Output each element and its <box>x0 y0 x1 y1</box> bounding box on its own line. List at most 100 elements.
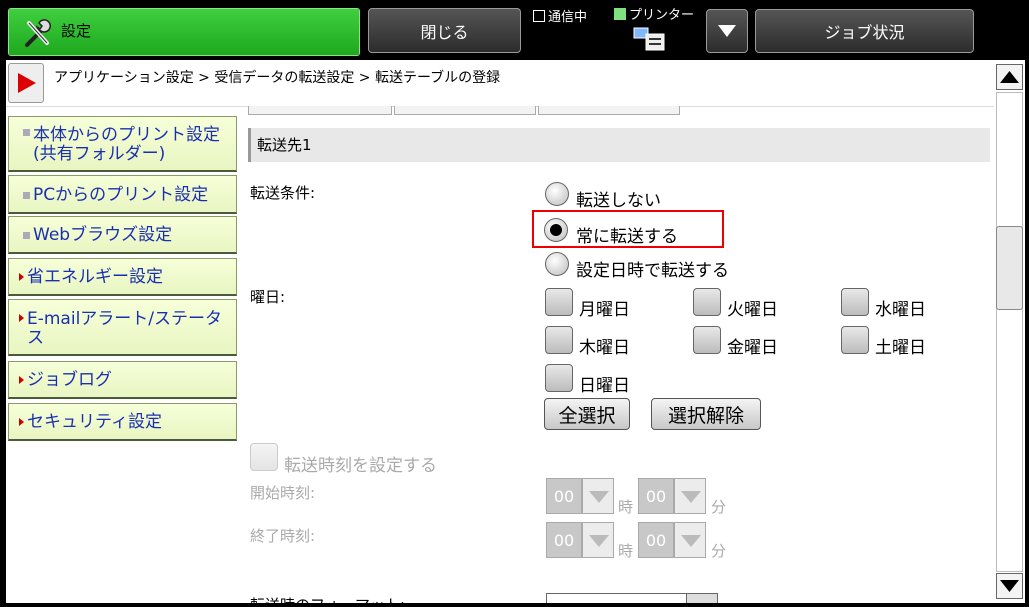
play-arrow-icon <box>18 73 36 93</box>
sidebar-item-label: 本体からのプリント設定 (共有フォルダー) <box>33 125 220 164</box>
format-label: 転送時のフォーマット: <box>250 594 405 603</box>
checkbox-tuesday-label: 火曜日 <box>727 300 778 320</box>
sidebar-item-email-alert[interactable]: E-mailアラート/ステータス <box>8 299 237 356</box>
sidebar-item-energy-save[interactable]: 省エネルギー設定 <box>8 258 237 296</box>
sidebar-item-label: セキュリティ設定 <box>27 412 162 432</box>
job-status-button[interactable]: ジョブ状況 <box>755 9 974 53</box>
sidebar-item-label: E-mailアラート/ステータス <box>27 309 223 348</box>
printer-status: プリンター <box>614 4 694 23</box>
bullet-icon <box>23 192 30 199</box>
checkbox-saturday[interactable] <box>841 326 869 354</box>
end-minute-select[interactable]: 00 <box>638 522 706 558</box>
checkbox-sunday[interactable] <box>545 364 573 392</box>
settings-button[interactable]: 設定 <box>8 8 360 56</box>
minute-unit: 分 <box>711 498 727 516</box>
checkbox-set-time[interactable] <box>250 443 278 471</box>
comm-status-label: 通信中 <box>548 10 588 25</box>
comm-status: 通信中 <box>533 6 587 25</box>
sidebar-item-security[interactable]: セキュリティ設定 <box>8 403 237 441</box>
checkbox-thursday-label: 木曜日 <box>579 338 630 358</box>
start-time-label: 開始時刻: <box>250 484 316 502</box>
bullet-icon <box>19 273 24 281</box>
sidebar-item-print-from-pc[interactable]: PCからのプリント設定 <box>8 175 237 214</box>
main-form: 転送先1 転送条件: 転送しない 常に転送する 設定日時で転送する 曜日: 月曜… <box>248 106 990 603</box>
settings-label: 設定 <box>61 22 92 40</box>
sidebar-item-label: ジョブログ <box>27 370 112 390</box>
condition-label: 転送条件: <box>250 184 316 202</box>
minute-unit: 分 <box>711 542 727 560</box>
tab-stub[interactable] <box>538 106 680 115</box>
printer-checkbox-icon <box>614 8 626 20</box>
scroll-up-button[interactable] <box>996 64 1023 90</box>
radio-selected-dot <box>550 224 562 236</box>
radio-scheduled-forward-label: 設定日時で転送する <box>576 261 729 281</box>
comm-checkbox-icon <box>533 10 545 22</box>
tab-stub[interactable] <box>248 106 392 115</box>
tab-stubs <box>248 106 990 116</box>
hour-unit: 時 <box>618 498 634 516</box>
chevron-down-icon <box>582 522 614 558</box>
bullet-icon <box>19 376 24 384</box>
sidebar-item-label: 省エネルギー設定 <box>27 267 163 287</box>
radio-always-forward-label: 常に転送する <box>576 227 678 247</box>
start-hour-select[interactable]: 00 <box>546 478 614 514</box>
chevron-down-icon <box>718 25 736 37</box>
dropdown-button[interactable] <box>706 9 748 53</box>
sidebar-item-label: PCからのプリント設定 <box>33 185 209 205</box>
printer-status-label: プリンター <box>629 8 695 23</box>
checkbox-monday-label: 月曜日 <box>579 300 630 320</box>
back-button[interactable] <box>8 63 44 103</box>
sidebar-item-job-log[interactable]: ジョブログ <box>8 361 237 399</box>
chevron-down-icon <box>674 522 706 558</box>
breadcrumb-bar: アプリケーション設定 > 受信データの転送設定 > 転送テーブルの登録 <box>6 60 994 107</box>
scroll-track[interactable] <box>996 92 1023 572</box>
bullet-icon <box>19 418 24 426</box>
hour-unit: 時 <box>618 542 634 560</box>
scrollbar[interactable] <box>994 62 1025 603</box>
checkbox-set-time-label: 転送時刻を設定する <box>284 456 437 476</box>
checkbox-friday[interactable] <box>693 326 721 354</box>
scroll-thumb[interactable] <box>996 226 1023 310</box>
end-hour-value: 00 <box>546 522 582 558</box>
chevron-down-icon <box>674 478 706 514</box>
checkbox-thursday[interactable] <box>545 326 573 354</box>
day-label: 曜日: <box>250 288 286 306</box>
checkbox-monday[interactable] <box>545 288 573 316</box>
start-hour-value: 00 <box>546 478 582 514</box>
top-bar: 設定 閉じる 通信中 プリンター ジョブ状況 <box>0 0 1029 60</box>
section-title: 転送先1 <box>248 128 990 162</box>
sidebar-item-label: Webブラウズ設定 <box>33 225 173 245</box>
close-button[interactable]: 閉じる <box>368 8 521 53</box>
printer-icon <box>633 27 665 51</box>
bullet-icon <box>23 129 30 136</box>
start-minute-value: 00 <box>638 478 674 514</box>
radio-always-forward[interactable] <box>544 218 568 242</box>
sidebar-item-print-from-device[interactable]: 本体からのプリント設定 (共有フォルダー) <box>8 116 237 172</box>
breadcrumb: アプリケーション設定 > 受信データの転送設定 > 転送テーブルの登録 <box>54 70 501 86</box>
radio-no-forward-label: 転送しない <box>576 191 661 211</box>
checkbox-saturday-label: 土曜日 <box>875 338 926 358</box>
end-hour-select[interactable]: 00 <box>546 522 614 558</box>
radio-scheduled-forward[interactable] <box>545 252 569 276</box>
chevron-down-icon <box>582 478 614 514</box>
end-time-label: 終了時刻: <box>250 527 316 545</box>
checkbox-wednesday-label: 水曜日 <box>875 300 926 320</box>
radio-no-forward[interactable] <box>545 182 569 206</box>
sidebar-item-web-browse[interactable]: Webブラウズ設定 <box>8 216 237 254</box>
chevron-up-icon <box>1000 71 1019 83</box>
chevron-down-icon[interactable] <box>686 593 718 603</box>
chevron-down-icon <box>1000 580 1019 592</box>
bullet-icon <box>19 314 24 322</box>
deselect-all-button[interactable]: 選択解除 <box>651 398 761 430</box>
checkbox-wednesday[interactable] <box>841 288 869 316</box>
end-minute-value: 00 <box>638 522 674 558</box>
format-select[interactable] <box>546 593 688 603</box>
start-minute-select[interactable]: 00 <box>638 478 706 514</box>
checkbox-tuesday[interactable] <box>693 288 721 316</box>
tools-icon <box>25 19 51 47</box>
tab-stub[interactable] <box>394 106 536 115</box>
checkbox-sunday-label: 日曜日 <box>579 376 630 396</box>
bullet-icon <box>23 232 30 239</box>
select-all-button[interactable]: 全選択 <box>544 398 630 430</box>
scroll-down-button[interactable] <box>996 573 1023 599</box>
